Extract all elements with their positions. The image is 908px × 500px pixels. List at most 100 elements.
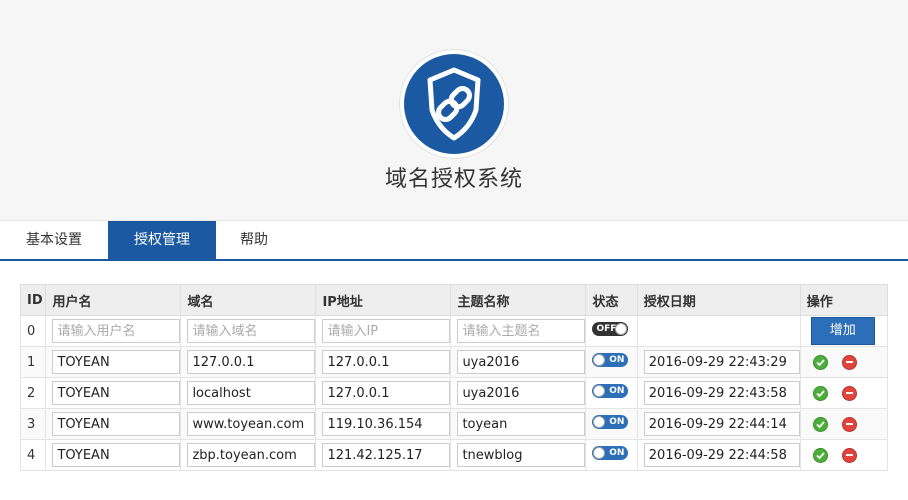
status-toggle[interactable]: ON xyxy=(592,446,629,460)
table-row: 3 ON xyxy=(19,408,889,440)
date-field[interactable] xyxy=(643,381,800,405)
table-row: 4 ON xyxy=(19,439,889,471)
theme-cell xyxy=(450,315,587,347)
column-header-date: 授权日期 xyxy=(636,284,801,316)
theme-cell xyxy=(450,377,587,409)
add-button[interactable]: 增加 xyxy=(810,317,875,345)
date-cell xyxy=(636,377,801,409)
table-header-row: ID 用户名 域名 IP地址 主题名称 状态 授权日期 操作 xyxy=(19,284,889,316)
toggle-label: ON xyxy=(609,355,625,365)
row-id: 4 xyxy=(19,439,47,471)
domain-field[interactable] xyxy=(187,381,316,405)
minus-circle-icon[interactable] xyxy=(841,385,857,401)
tab-help[interactable]: 帮助 xyxy=(216,221,292,259)
toggle-label: OFF xyxy=(596,324,617,334)
theme-input[interactable] xyxy=(457,319,586,343)
tab-basic-settings[interactable]: 基本设置 xyxy=(0,221,108,259)
row-id: 3 xyxy=(19,408,47,440)
minus-circle-icon[interactable] xyxy=(841,354,857,370)
check-circle-icon[interactable] xyxy=(812,447,828,463)
ip-cell xyxy=(315,408,452,440)
theme-field[interactable] xyxy=(457,381,586,405)
username-cell xyxy=(45,439,182,471)
theme-cell xyxy=(450,346,587,378)
date-field[interactable] xyxy=(643,412,800,436)
username-cell xyxy=(45,346,182,378)
header: 域名授权系统 xyxy=(0,0,908,221)
domain-field[interactable] xyxy=(187,412,316,436)
domain-cell xyxy=(180,346,317,378)
actions-cell xyxy=(799,439,889,471)
date-cell xyxy=(636,315,801,347)
username-field[interactable] xyxy=(52,350,181,374)
auth-table: ID 用户名 域名 IP地址 主题名称 状态 授权日期 操作 0 OFF xyxy=(19,284,889,471)
minus-circle-icon[interactable] xyxy=(841,416,857,432)
column-header-status: 状态 xyxy=(585,284,638,316)
username-field[interactable] xyxy=(52,443,181,467)
tab-authorization-management[interactable]: 授权管理 xyxy=(108,221,216,259)
toggle-label: ON xyxy=(609,448,625,458)
column-header-actions: 操作 xyxy=(799,284,889,316)
check-circle-icon[interactable] xyxy=(812,385,828,401)
ip-field[interactable] xyxy=(322,412,451,436)
check-circle-icon[interactable] xyxy=(812,416,828,432)
username-input[interactable] xyxy=(52,319,181,343)
page-title: 域名授权系统 xyxy=(384,167,523,192)
theme-field[interactable] xyxy=(457,412,586,436)
shield-link-icon xyxy=(404,54,504,154)
minus-circle-icon[interactable] xyxy=(841,447,857,463)
column-header-ip: IP地址 xyxy=(315,284,452,316)
actions-cell xyxy=(799,377,889,409)
date-field[interactable] xyxy=(643,443,800,467)
date-cell xyxy=(636,439,801,471)
username-cell xyxy=(45,408,182,440)
status-cell: ON xyxy=(585,346,638,378)
row-id: 1 xyxy=(19,346,47,378)
domain-field[interactable] xyxy=(187,443,316,467)
status-toggle[interactable]: ON xyxy=(592,415,629,429)
column-header-domain: 域名 xyxy=(180,284,317,316)
toggle-knob xyxy=(593,354,606,366)
ip-cell xyxy=(315,377,452,409)
ip-input[interactable] xyxy=(322,319,451,343)
username-field[interactable] xyxy=(52,412,181,436)
new-entry-row: 0 OFF 增加 xyxy=(19,315,889,347)
table-row: 1 ON xyxy=(19,346,889,378)
ip-field[interactable] xyxy=(322,381,451,405)
date-cell xyxy=(636,346,801,378)
domain-input[interactable] xyxy=(187,319,316,343)
theme-field[interactable] xyxy=(457,350,586,374)
domain-cell xyxy=(180,408,317,440)
ip-field[interactable] xyxy=(322,350,451,374)
actions-cell: 增加 xyxy=(799,315,889,347)
ip-cell xyxy=(315,346,452,378)
date-cell xyxy=(636,408,801,440)
actions-cell xyxy=(799,408,889,440)
username-cell xyxy=(45,315,182,347)
toggle-knob xyxy=(593,385,606,397)
status-toggle[interactable]: ON xyxy=(592,384,629,398)
username-field[interactable] xyxy=(52,381,181,405)
theme-field[interactable] xyxy=(457,443,586,467)
status-cell: ON xyxy=(585,439,638,471)
toggle-label: ON xyxy=(609,386,625,396)
ip-field[interactable] xyxy=(322,443,451,467)
status-cell: ON xyxy=(585,408,638,440)
auth-table-container: ID 用户名 域名 IP地址 主题名称 状态 授权日期 操作 0 OFF xyxy=(19,284,889,471)
date-field[interactable] xyxy=(643,350,800,374)
status-cell: OFF xyxy=(585,315,638,347)
toggle-knob xyxy=(593,416,606,428)
status-cell: ON xyxy=(585,377,638,409)
username-cell xyxy=(45,377,182,409)
column-header-username: 用户名 xyxy=(45,284,182,316)
toggle-knob xyxy=(593,447,606,459)
domain-field[interactable] xyxy=(187,350,316,374)
check-circle-icon[interactable] xyxy=(812,354,828,370)
status-toggle[interactable]: ON xyxy=(592,353,629,367)
column-header-id: ID xyxy=(19,284,47,316)
ip-cell xyxy=(315,315,452,347)
status-toggle[interactable]: OFF xyxy=(592,322,629,336)
domain-cell xyxy=(180,377,317,409)
actions-cell xyxy=(799,346,889,378)
row-id: 0 xyxy=(19,315,47,347)
